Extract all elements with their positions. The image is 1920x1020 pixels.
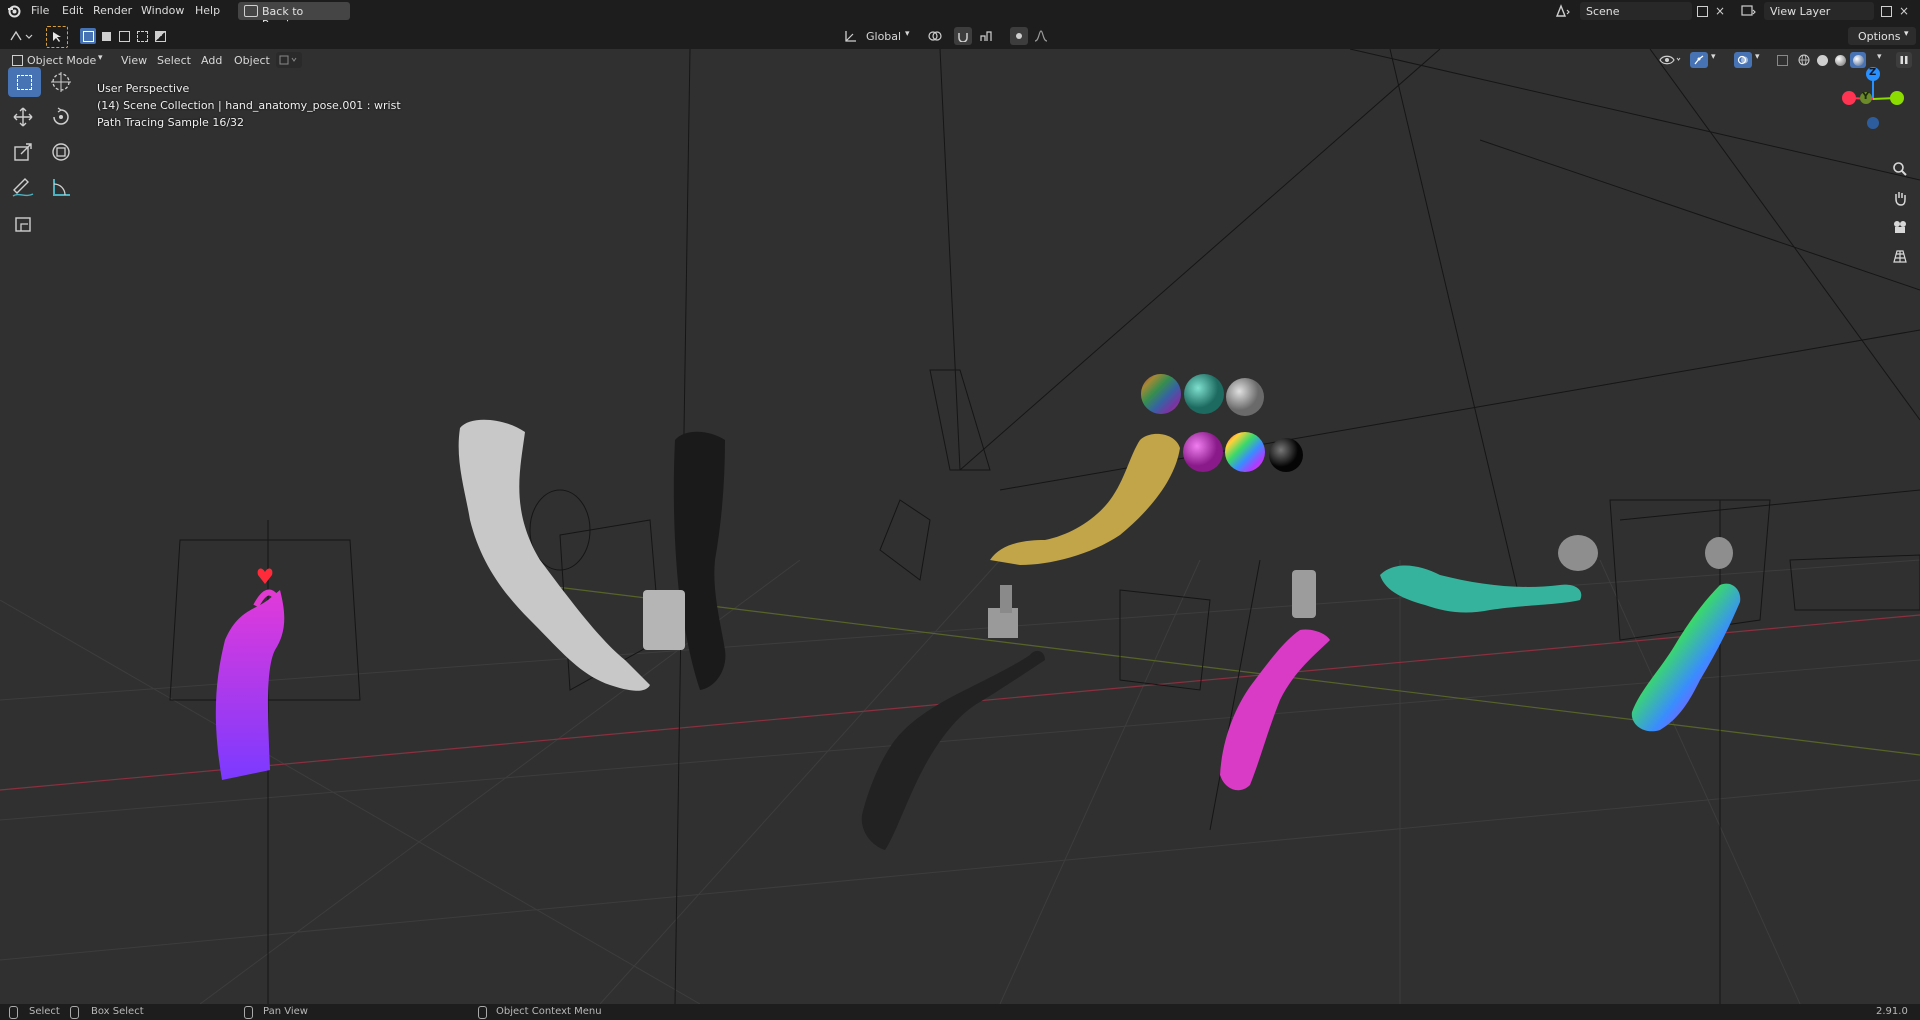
menu-help[interactable]: Help [195,4,220,17]
measure-icon [53,179,70,196]
snap-element-icon[interactable] [976,27,1000,45]
menu-window[interactable]: Window [141,4,184,17]
rotate-icon [53,107,69,125]
chevron-down-icon[interactable]: ▾ [1755,52,1760,62]
chevron-down-icon: ▾ [98,53,103,63]
view-layer-icon[interactable] [1738,3,1760,19]
3d-viewport[interactable]: User Perspective (14) Scene Collection |… [0,49,1920,1004]
status-bar: Select Box Select Pan View Object Contex… [0,1004,1920,1020]
cursor-tool[interactable] [46,67,76,97]
object-mode-icon [10,53,24,67]
overlays-toggle-icon[interactable] [1734,52,1752,68]
proportional-edit-icon[interactable] [1010,27,1028,45]
select-tool-header-icon[interactable] [46,26,68,48]
back-to-previous-button[interactable]: Back to Previous [238,2,350,31]
solid-shading-icon[interactable] [1814,52,1830,68]
back-icon [244,5,258,17]
transform-icon [52,143,70,161]
scene-name-label: Scene [1586,5,1620,18]
zoom-icon[interactable] [1890,159,1910,179]
menu-file[interactable]: File [31,4,49,17]
menu-view[interactable]: View [121,54,147,67]
measure-tool[interactable] [46,172,76,202]
view-layer-field[interactable]: View Layer [1764,2,1874,20]
menu-render[interactable]: Render [93,4,132,17]
rotate-tool[interactable] [46,102,76,132]
menu-edit[interactable]: Edit [62,4,83,17]
left-mouse-icon [9,1006,18,1019]
material-shading-icon[interactable] [1832,52,1848,68]
select-box-tool[interactable] [8,67,41,97]
select-mode-subtract-icon[interactable] [116,28,132,44]
editor-type-icon[interactable] [8,27,36,45]
chevron-down-icon: ▾ [905,29,910,39]
gizmo-toggle-icon[interactable] [1690,52,1708,68]
status-box-select-label: Box Select [91,1006,144,1017]
menu-add[interactable]: Add [201,54,222,67]
chevron-down-icon: ▾ [1904,29,1909,39]
view-layer-label: View Layer [1770,5,1831,18]
annotate-tool[interactable] [8,172,38,202]
snap-toggle-icon[interactable] [954,27,972,45]
rendered-shading-icon[interactable] [1850,52,1866,68]
delete-scene-icon[interactable]: × [1712,3,1728,19]
transform-orientation-icon[interactable] [843,28,859,44]
pause-render-icon[interactable] [1896,52,1912,68]
scene-name-field[interactable]: Scene [1580,2,1692,20]
scale-tool[interactable] [8,137,38,167]
select-mode-invert-icon[interactable] [152,28,168,44]
chevron-down-icon[interactable]: ▾ [1877,52,1882,62]
select-mode-intersect-icon[interactable] [134,28,150,44]
options-dropdown[interactable]: Options ▾ [1848,27,1916,45]
options-label: Options [1858,30,1901,43]
new-scene-icon[interactable] [1694,3,1710,19]
version-label: 2.91.0 [1876,1006,1908,1017]
top-menu-bar: File Edit Render Window Help Back to Pre… [0,0,1920,31]
render-sample-label: Path Tracing Sample 16/32 [97,116,245,129]
annotate-icon [12,178,34,197]
status-pan-view-label: Pan View [263,1006,308,1017]
cursor-icon [51,72,71,92]
view-perspective-label: User Perspective [97,82,190,95]
viewport-header: Object Mode ▾ View Select Add Object ▾ ▾… [0,49,1920,71]
scale-icon [14,143,32,161]
right-mouse-icon [478,1006,487,1019]
add-cube-tool[interactable] [8,209,38,239]
transform-tool[interactable] [46,137,76,167]
pan-hand-icon[interactable] [1890,188,1910,208]
status-context-menu-label: Object Context Menu [496,1006,602,1017]
blender-logo-icon[interactable] [6,3,22,19]
xray-toggle-icon[interactable] [1774,52,1790,68]
middle-mouse-icon [70,1006,79,1019]
select-mode-extend-icon[interactable] [98,28,114,44]
ortho-grid-icon[interactable] [1890,246,1910,266]
gizmo-y-label: Y [1862,91,1870,102]
status-select-label: Select [29,1006,60,1017]
scene-icon[interactable] [1552,3,1574,19]
menu-object[interactable]: Object [234,54,270,67]
menu-select[interactable]: Select [157,54,191,67]
object-mode-dropdown[interactable]: Object Mode [27,54,96,67]
move-icon [13,107,33,127]
pivot-point-icon[interactable] [924,28,948,44]
scene-render [0,49,1920,1004]
middle-mouse-icon [244,1006,253,1019]
new-view-layer-icon[interactable] [1878,3,1894,19]
camera-view-icon[interactable] [1890,217,1910,237]
chevron-down-icon[interactable]: ▾ [1711,52,1716,62]
delete-view-layer-icon[interactable]: × [1896,3,1912,19]
interaction-options-icon[interactable] [276,52,302,68]
visibility-eye-icon[interactable] [1656,52,1684,68]
transform-orientation-dropdown[interactable]: Global [866,30,901,43]
tool-settings-header: Global ▾ Options ▾ [0,22,1920,49]
select-mode-new-icon[interactable] [80,28,96,44]
select-box-icon [17,75,32,90]
add-cube-icon [15,217,31,232]
move-tool[interactable] [8,102,38,132]
falloff-curve-icon[interactable] [1030,27,1052,45]
wireframe-shading-icon[interactable] [1796,52,1812,68]
active-object-label: (14) Scene Collection | hand_anatomy_pos… [97,99,401,112]
